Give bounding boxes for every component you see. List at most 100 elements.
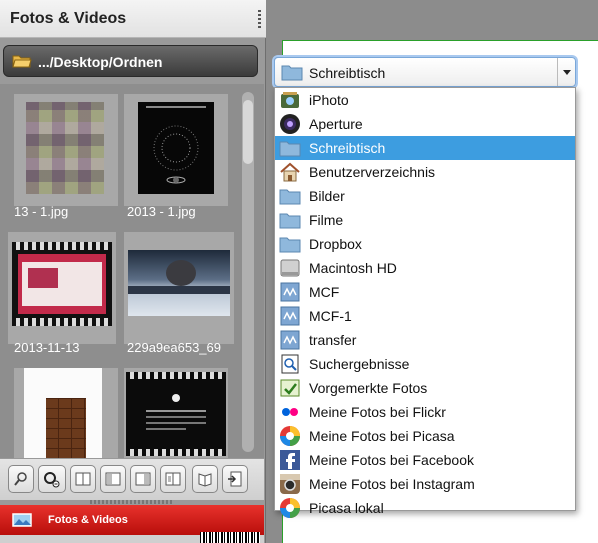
bookmark-photos-icon [279,377,301,399]
dropdown-option[interactable]: Filme [275,208,575,232]
dropdown-option-label: iPhoto [309,92,349,108]
export-button[interactable] [222,465,248,493]
path-label: .../Desktop/Ordnen [38,54,163,70]
dropdown-option[interactable]: iPhoto [275,88,575,112]
search-results-icon [279,353,301,375]
path-selector-button[interactable]: .../Desktop/Ordnen [3,45,258,77]
thumbnail-image [24,368,102,458]
book-button[interactable] [192,465,218,493]
search-add-icon [44,472,60,488]
photo-icon [12,513,32,527]
select-value: Schreibtisch [309,65,386,81]
dropdown-option[interactable]: Picasa lokal [275,496,575,520]
search-icon [14,472,27,486]
open-folder-icon [12,55,32,68]
layout-button-3[interactable] [130,465,156,493]
dropdown-option[interactable]: Suchergebnisse [275,352,575,376]
thumbnail-label: 13 - 1.jpg [14,204,69,219]
dropdown-option[interactable]: Vorgemerkte Fotos [275,376,575,400]
chevron-down-icon[interactable] [557,58,575,86]
source-dropdown-list: iPhoto Aperture Schreibtisch Benutzerverzei… [274,87,576,518]
dropdown-option-label: Meine Fotos bei Flickr [309,404,446,420]
dropdown-option[interactable]: Bilder [275,184,575,208]
dropdown-option[interactable]: MCF [275,280,575,304]
dropdown-option-label: Vorgemerkte Fotos [309,380,428,396]
thumbnail-grid: 13 - 1.jpg 2013 - 1.jpg 2013-11-13 229a9… [0,84,264,458]
export-icon [228,471,242,487]
dropdown-option-label: Filme [309,212,344,228]
dropdown-option[interactable]: MCF-1 [275,304,575,328]
dropdown-option[interactable]: Meine Fotos bei Facebook [275,448,575,472]
dropdown-option-label: Meine Fotos bei Facebook [309,452,474,468]
dropdown-option[interactable]: transfer [275,328,575,352]
layout-icon [75,472,91,486]
folder-icon [279,209,301,231]
dropdown-option[interactable]: Aperture [275,112,575,136]
thumbnail-item[interactable] [8,232,116,344]
network-drive-icon [279,305,301,327]
hard-drive-icon [279,257,301,279]
media-panel: Fotos & Videos .../Desktop/Ordnen 13 - 1… [0,0,266,543]
layout-button-2[interactable] [100,465,126,493]
tab-label: Fotos & Videos [48,514,128,526]
folder-icon [279,137,301,159]
panel-title: Fotos & Videos [10,10,127,27]
thumbnail-label: 229a9ea653_69 [127,340,221,355]
picasa-icon [279,497,301,519]
dropdown-option-label: MCF-1 [309,308,352,324]
folder-icon [279,185,301,207]
search-button[interactable] [8,465,34,493]
thumbnail-item[interactable] [124,94,228,206]
source-select[interactable]: Schreibtisch [274,57,576,87]
aperture-icon [279,113,301,135]
dropdown-option-label: Bilder [309,188,345,204]
folder-icon [279,233,301,255]
panel-toolbar [0,458,264,500]
thumbnail-label: 2013 - 1.jpg [127,204,196,219]
dropdown-option[interactable]: Meine Fotos bei Picasa [275,424,575,448]
dropdown-option[interactable]: Meine Fotos bei Flickr [275,400,575,424]
thumbnail-image [138,102,214,194]
dropdown-option[interactable]: Macintosh HD [275,256,575,280]
thumbnail-item[interactable] [124,368,228,458]
layout-button-4[interactable] [160,465,186,493]
dropdown-option-label: Dropbox [309,236,362,252]
thumbnail-item[interactable] [124,232,234,344]
dropdown-option-label: Schreibtisch [309,140,386,156]
page-spread-icon [165,472,181,486]
dropdown-option-label: Aperture [309,116,363,132]
tab-fotos-videos[interactable]: Fotos & Videos [0,505,264,535]
dropdown-option[interactable]: Dropbox [275,232,575,256]
picasa-icon [279,425,301,447]
dropdown-option-label: transfer [309,332,357,348]
book-icon [198,473,212,487]
dropdown-option[interactable]: Meine Fotos bei Instagram [275,472,575,496]
dropdown-option[interactable]: Benutzerverzeichnis [275,160,575,184]
thumbnail-item[interactable] [14,94,118,206]
instagram-icon [279,473,301,495]
layout-button-1[interactable] [70,465,96,493]
dropdown-option[interactable]: Schreibtisch [275,136,575,160]
dropdown-option-label: Benutzerverzeichnis [309,164,436,180]
thumbnail-image [12,242,112,326]
panel-grip-handle[interactable] [258,10,261,30]
thumbnail-scrollbar[interactable] [242,92,254,452]
barcode-graphic [200,532,260,543]
dropdown-option-label: Meine Fotos bei Picasa [309,428,455,444]
folder-icon [281,65,303,81]
thumbnail-image [26,102,104,194]
thumbnail-item[interactable] [14,368,118,458]
page-left-icon [105,472,121,486]
thumbnail-image [128,250,230,316]
thumbnail-label: 2013-11-13 [14,340,80,355]
home-icon [279,161,301,183]
network-drive-icon [279,281,301,303]
panel-header: Fotos & Videos [0,0,266,38]
advanced-search-button[interactable] [38,465,66,493]
resize-grip[interactable] [90,500,174,504]
page-right-icon [135,472,151,486]
network-drive-icon [279,329,301,351]
scrollbar-thumb[interactable] [243,100,253,164]
flickr-icon [279,401,301,423]
dropdown-option-label: Suchergebnisse [309,356,410,372]
